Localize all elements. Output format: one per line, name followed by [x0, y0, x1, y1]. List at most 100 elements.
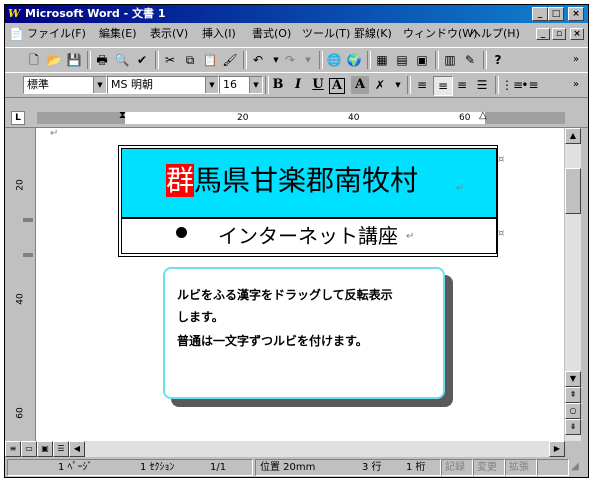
menu-edit[interactable]: 編集(E): [99, 27, 137, 41]
title-bar[interactable]: W Microsoft Word - 文書 1 _ □ ×: [5, 5, 588, 23]
chevron-down-icon[interactable]: ▼: [205, 77, 218, 93]
table-row-title[interactable]: 群馬県甘楽郡南牧村 ↵: [121, 148, 497, 218]
prev-page-icon[interactable]: ⇞: [565, 387, 581, 403]
toolbar-more-icon[interactable]: »: [567, 51, 585, 69]
menu-insert[interactable]: 挿入(I): [202, 27, 236, 41]
menu-view[interactable]: 表示(V): [150, 27, 188, 41]
document-area[interactable]: ↵ 群馬県甘楽郡南牧村 ↵ インターネット講座 ↵ ¤ ¤ ルビをふる漢字をドラ…: [36, 128, 564, 441]
document-table[interactable]: 群馬県甘楽郡南牧村 ↵ インターネット講座 ↵: [118, 145, 498, 257]
course-title-text[interactable]: インターネット講座: [218, 223, 398, 249]
toolbar-separator: [367, 51, 371, 69]
scroll-right-icon[interactable]: ▶: [549, 441, 565, 457]
selected-kanji[interactable]: 群: [166, 164, 195, 197]
vertical-scrollbar[interactable]: ▲ ▼ ⇞ ○ ⇟: [565, 128, 581, 441]
tab-selector[interactable]: L: [11, 111, 25, 125]
toolbar-separator: [87, 51, 91, 69]
resize-grip-icon[interactable]: ◢: [571, 461, 579, 472]
vruler-marker[interactable]: [23, 218, 33, 222]
right-indent-marker[interactable]: △: [479, 110, 487, 121]
next-page-icon[interactable]: ⇟: [565, 419, 581, 435]
menu-format[interactable]: 書式(O): [252, 27, 291, 41]
open-icon[interactable]: 📂: [45, 51, 63, 69]
normal-view-icon[interactable]: ≡: [5, 441, 21, 457]
status-ext[interactable]: 拡張: [505, 459, 537, 476]
bold-button[interactable]: B: [269, 76, 287, 94]
vertical-ruler[interactable]: 20 40 60: [5, 128, 36, 441]
menu-window[interactable]: ウィンドウ(W): [403, 27, 477, 41]
web-view-icon[interactable]: ▭: [21, 441, 37, 457]
insert-excel-icon[interactable]: ▣: [413, 51, 431, 69]
style-select[interactable]: 標準 ▼: [23, 76, 107, 94]
place-name-text[interactable]: 群馬県甘楽郡南牧村: [166, 163, 418, 199]
format-painter-icon[interactable]: 🖌: [221, 51, 239, 69]
chevron-down-icon[interactable]: ▼: [93, 77, 106, 93]
drawing-icon[interactable]: ✎: [461, 51, 479, 69]
help-icon[interactable]: ?: [489, 51, 507, 69]
vruler-marker[interactable]: [23, 253, 33, 257]
web-toolbar-icon[interactable]: 🌍: [345, 51, 363, 69]
font-size-select[interactable]: 16 ▼: [219, 76, 263, 94]
redo-dropdown-icon[interactable]: ▼: [299, 51, 317, 69]
horizontal-scrollbar[interactable]: ≡ ▭ ▣ ☰ ◀ ▶: [5, 441, 565, 457]
align-center-icon[interactable]: ≡: [433, 76, 453, 96]
redo-icon[interactable]: ↷: [281, 51, 299, 69]
insert-table-icon[interactable]: ▤: [393, 51, 411, 69]
doc-minimize-button[interactable]: _: [536, 28, 550, 40]
close-button[interactable]: ×: [568, 7, 584, 21]
status-pane-position: 位置 20mm 3 行 1 桁: [255, 459, 441, 476]
paste-icon[interactable]: 📋: [201, 51, 219, 69]
chevron-down-icon[interactable]: ▼: [249, 77, 262, 93]
scroll-thumb[interactable]: [565, 168, 581, 214]
ruler-text-area[interactable]: [125, 112, 485, 124]
print-icon[interactable]: 🖶: [93, 51, 111, 69]
bullets-icon[interactable]: •≡: [521, 76, 539, 94]
align-left-icon[interactable]: ≡: [413, 76, 431, 94]
browse-object-icon[interactable]: ○: [565, 403, 581, 419]
status-ovr[interactable]: [537, 459, 569, 476]
align-right-icon[interactable]: ≡: [453, 76, 471, 94]
scroll-down-icon[interactable]: ▼: [565, 371, 581, 387]
chevron-down-icon[interactable]: ▼: [389, 76, 407, 94]
new-doc-icon[interactable]: 🗋: [25, 51, 43, 69]
table-row-subtitle[interactable]: インターネット講座 ↵: [121, 218, 497, 254]
hyperlink-icon[interactable]: 🌐: [325, 51, 343, 69]
char-border-button[interactable]: A: [329, 78, 345, 94]
numbering-icon[interactable]: ⋮≡: [501, 76, 523, 94]
outline-view-icon[interactable]: ☰: [53, 441, 69, 457]
copy-icon[interactable]: ⧉: [181, 51, 199, 69]
word-app-icon[interactable]: W: [8, 7, 22, 21]
save-icon[interactable]: 💾: [65, 51, 83, 69]
menu-tools[interactable]: ツール(T): [302, 27, 350, 41]
underline-button[interactable]: U: [309, 76, 327, 94]
cut-icon[interactable]: ✂: [161, 51, 179, 69]
menu-file[interactable]: ファイル(F): [27, 27, 86, 41]
minimize-button[interactable]: _: [532, 7, 548, 21]
print-layout-icon[interactable]: ▣: [37, 441, 53, 457]
columns-icon[interactable]: ▥: [441, 51, 459, 69]
font-color-icon[interactable]: ✗: [371, 76, 389, 94]
status-trk[interactable]: 変更: [473, 459, 505, 476]
toolbar-separator: [243, 51, 247, 69]
font-select[interactable]: MS 明朝 ▼: [107, 76, 219, 94]
toolbar-more-icon[interactable]: »: [567, 76, 585, 94]
ruler-number: 20: [237, 113, 249, 123]
indent-marker[interactable]: ⧗: [119, 110, 126, 121]
document-icon[interactable]: 📄: [9, 27, 24, 41]
menu-table[interactable]: 罫線(K): [354, 27, 392, 41]
italic-button[interactable]: I: [289, 76, 307, 94]
spelling-icon[interactable]: ✔: [133, 51, 151, 69]
scroll-up-icon[interactable]: ▲: [565, 128, 581, 144]
horizontal-ruler[interactable]: L 20 40 60 ⧗ △: [5, 109, 588, 128]
doc-close-button[interactable]: ×: [570, 28, 584, 40]
tables-borders-icon[interactable]: ▦: [373, 51, 391, 69]
status-rec[interactable]: 記録: [441, 459, 473, 476]
place-name-rest[interactable]: 馬県甘楽郡南牧村: [194, 164, 418, 197]
doc-restore-button[interactable]: ▫: [552, 28, 566, 40]
char-shading-button[interactable]: A: [351, 76, 369, 94]
undo-icon[interactable]: ↶: [249, 51, 267, 69]
justify-icon[interactable]: ☰: [473, 76, 491, 94]
menu-help[interactable]: ヘルプ(H): [470, 27, 520, 41]
maximize-button[interactable]: □: [548, 7, 564, 21]
scroll-left-icon[interactable]: ◀: [69, 441, 85, 457]
print-preview-icon[interactable]: 🔍: [113, 51, 131, 69]
